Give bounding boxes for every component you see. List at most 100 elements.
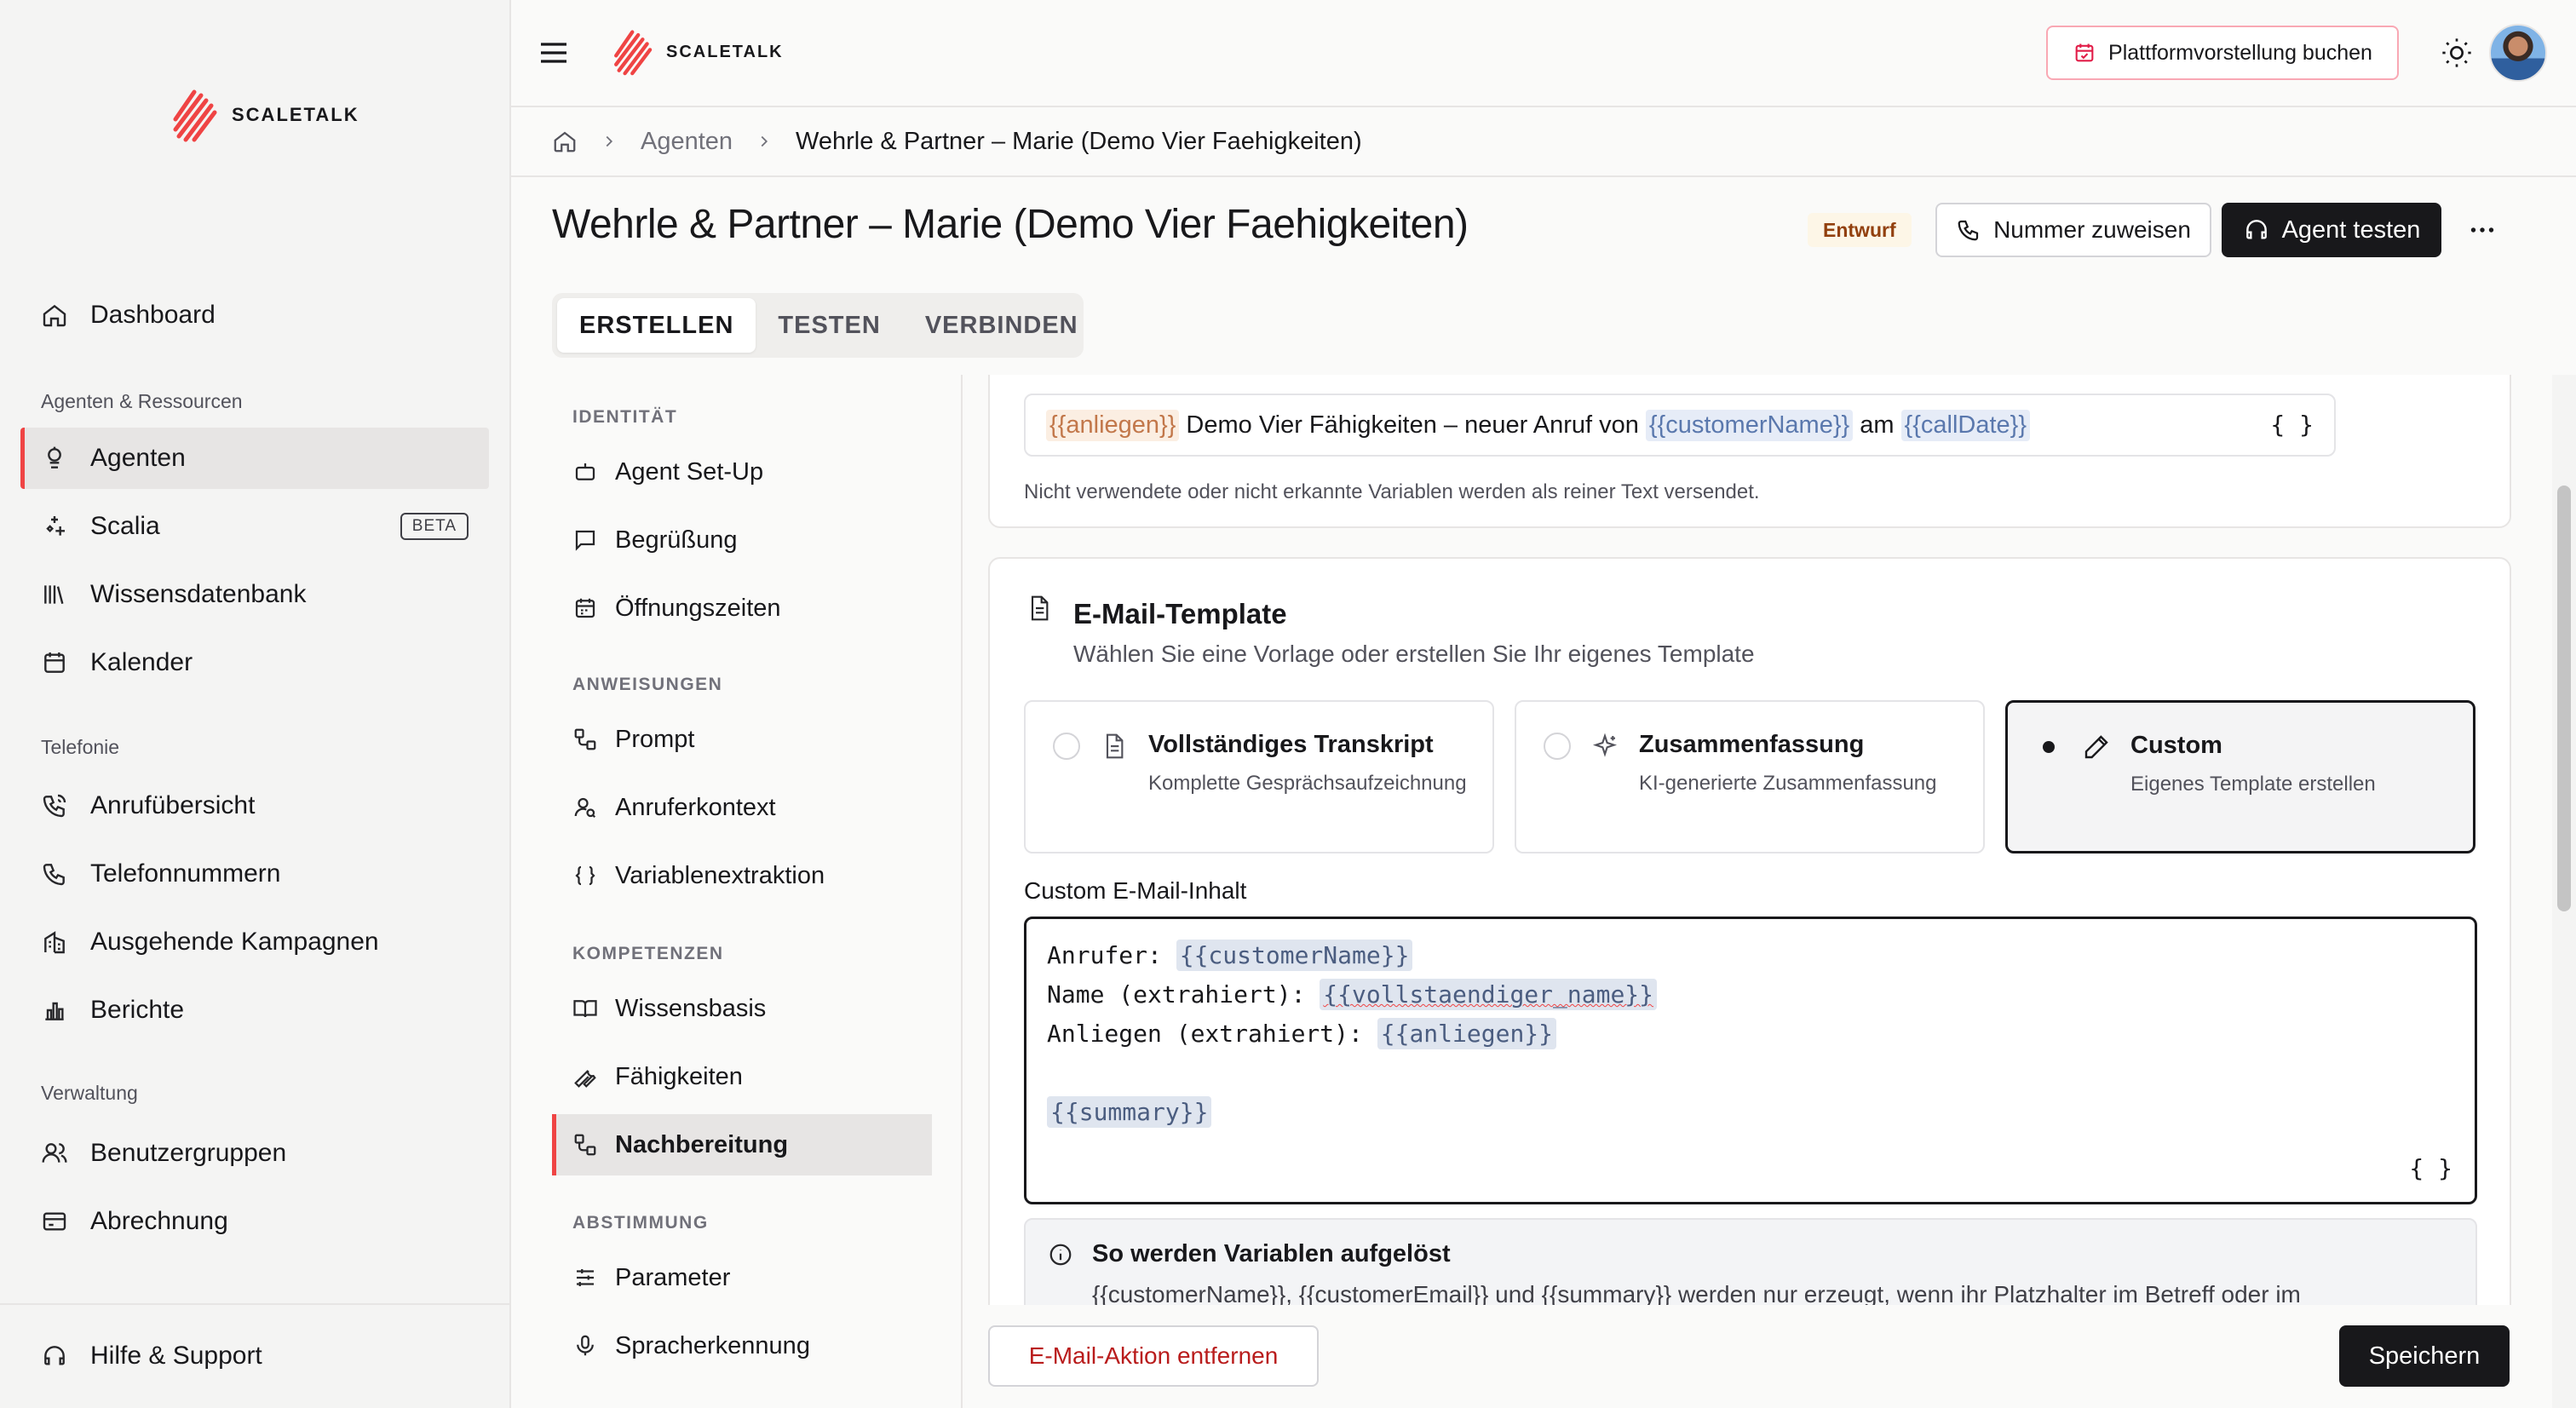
wrench-icon <box>574 1070 596 1088</box>
subject-text: am <box>1860 411 1895 439</box>
workflow-icon <box>574 728 596 750</box>
settings-item-prompt[interactable]: Prompt <box>552 709 932 770</box>
settings-item-agent-setup[interactable]: Agent Set-Up <box>552 441 932 503</box>
sidebar-item-dashboard[interactable]: Dashboard <box>20 284 489 346</box>
settings-section-identitaet: IDENTITÄT <box>572 407 678 427</box>
variable-chip: {{summary}} <box>1047 1096 1212 1128</box>
scrollbar-thumb[interactable] <box>2557 486 2571 911</box>
top-bar-logo[interactable]: SCALETALK <box>612 26 784 78</box>
sidebar-item-anrufuebersicht[interactable]: Anrufübersicht <box>20 775 489 836</box>
radio-button[interactable] <box>1544 733 1571 760</box>
template-option-transkript[interactable]: Vollständiges Transkript Komplette Gespr… <box>1024 700 1494 853</box>
sidebar-item-label: Scalia <box>90 512 160 540</box>
building-icon <box>44 931 65 954</box>
status-badge: Entwurf <box>1808 213 1912 247</box>
sidebar-item-benutzergruppen[interactable]: Benutzergruppen <box>20 1123 489 1184</box>
beta-badge: BETA <box>400 513 469 540</box>
settings-item-oeffnungszeiten[interactable]: Öffnungszeiten <box>552 578 932 639</box>
sidebar-logo[interactable]: SCALETALK <box>170 85 359 145</box>
book-demo-label: Plattformvorstellung buchen <box>2108 40 2372 65</box>
chevron-right-icon <box>606 135 613 147</box>
sidebar-item-ausgehende-kampagnen[interactable]: Ausgehende Kampagnen <box>20 911 489 973</box>
sidebar-item-label: Abrechnung <box>90 1207 228 1235</box>
custom-content-label: Custom E-Mail-Inhalt <box>1024 877 1247 904</box>
option-description: Eigenes Template erstellen <box>2130 773 2376 796</box>
settings-item-label: Nachbereitung <box>615 1130 789 1158</box>
user-avatar[interactable] <box>2489 24 2547 82</box>
settings-section-abstimmung: ABSTIMMUNG <box>572 1213 709 1233</box>
custom-email-editor[interactable]: Anrufer: {{customerName}} Name (extrahie… <box>1024 917 2477 1204</box>
sidebar-item-label: Wissensdatenbank <box>90 580 307 608</box>
headset-icon <box>2245 220 2267 239</box>
sidebar-section-telefonie: Telefonie <box>41 736 120 758</box>
remove-email-action-button[interactable]: E-Mail-Aktion entfernen <box>988 1325 1319 1387</box>
radio-button-selected[interactable] <box>2035 733 2062 761</box>
sparkles-icon <box>46 516 65 536</box>
menu-icon[interactable] <box>537 36 571 70</box>
credit-card-icon <box>43 1212 66 1231</box>
sidebar-section-agenten: Agenten & Ressourcen <box>41 390 243 412</box>
sidebar-item-abrechnung[interactable]: Abrechnung <box>20 1191 489 1252</box>
settings-item-label: Agent Set-Up <box>615 457 764 486</box>
settings-item-anruferkontext[interactable]: Anruferkontext <box>552 777 932 838</box>
sidebar-item-kalender[interactable]: Kalender <box>20 632 489 693</box>
test-agent-button[interactable]: Agent testen <box>2222 203 2441 257</box>
save-button[interactable]: Speichern <box>2339 1325 2510 1387</box>
sidebar-item-label: Ausgehende Kampagnen <box>90 928 379 956</box>
more-options-icon[interactable] <box>2467 215 2498 245</box>
settings-item-label: Anruferkontext <box>615 793 776 821</box>
editor-line: Name (extrahiert): {{vollstaendiger_name… <box>1047 975 2454 1014</box>
settings-item-variablenextraktion[interactable]: Variablenextraktion <box>552 845 932 906</box>
option-title: Zusammenfassung <box>1639 731 1865 758</box>
sidebar-item-label: Benutzergruppen <box>90 1139 287 1167</box>
radio-button[interactable] <box>1053 733 1080 760</box>
editor-line: Anrufer: {{customerName}} <box>1047 936 2454 975</box>
settings-item-label: Variablenextraktion <box>615 861 825 889</box>
sun-icon[interactable] <box>2440 36 2474 70</box>
subject-input[interactable]: {{anliegen}} Demo Vier Fähigkeiten – neu… <box>1024 394 2336 457</box>
insert-variable-icon[interactable]: { } <box>2409 1149 2452 1188</box>
sidebar-item-agenten[interactable]: Agenten <box>20 428 489 489</box>
book-open-icon <box>573 1000 597 1018</box>
sidebar-item-scalia[interactable]: Scalia BETA <box>20 496 489 557</box>
sliders-icon <box>577 1269 594 1286</box>
settings-item-nachbereitung[interactable]: Nachbereitung <box>552 1114 932 1175</box>
settings-item-faehigkeiten[interactable]: Fähigkeiten <box>552 1046 932 1107</box>
settings-item-wissensbasis[interactable]: Wissensbasis <box>552 978 932 1039</box>
editor-line: Anliegen (extrahiert): {{anliegen}} <box>1047 1014 2454 1054</box>
tab-testen[interactable]: TESTEN <box>756 298 902 353</box>
section-subtitle: Wählen Sie eine Vorlage oder erstellen S… <box>1073 641 1755 667</box>
calendar-icon <box>44 652 65 673</box>
variable-chip: {{anliegen}} <box>1046 409 1180 441</box>
scrollbar[interactable] <box>2552 375 2576 1408</box>
settings-item-parameter[interactable]: Parameter <box>552 1247 932 1308</box>
home-icon[interactable] <box>552 129 578 154</box>
sidebar-item-berichte[interactable]: Berichte <box>20 980 489 1041</box>
breadcrumb-agenten[interactable]: Agenten <box>641 128 733 156</box>
insert-variable-icon[interactable]: { } <box>2270 411 2314 439</box>
phone-icon <box>1958 220 1979 241</box>
headset-icon <box>44 1346 65 1365</box>
editor-text: Anrufer: <box>1047 941 1176 969</box>
assign-number-button[interactable]: Nummer zuweisen <box>1935 203 2211 257</box>
settings-item-label: Fähigkeiten <box>615 1062 743 1090</box>
sidebar-item-hilfe-support[interactable]: Hilfe & Support <box>20 1325 489 1387</box>
calendar-check-icon <box>2075 43 2094 62</box>
email-template-card: E-Mail-Template Wählen Sie eine Vorlage … <box>988 557 2511 1305</box>
sidebar-item-telefonnummern[interactable]: Telefonnummern <box>20 843 489 905</box>
settings-item-spracherkennung[interactable]: Spracherkennung <box>552 1315 932 1376</box>
info-text: {{customerName}}, {{customerEmail}} und … <box>1092 1281 2301 1305</box>
book-demo-button[interactable]: Plattformvorstellung buchen <box>2046 26 2399 80</box>
tab-verbinden[interactable]: VERBINDEN <box>903 298 1101 353</box>
sidebar-item-wissensdatenbank[interactable]: Wissensdatenbank <box>20 564 489 625</box>
info-title: So werden Variablen aufgelöst <box>1092 1240 1451 1267</box>
page-title: Wehrle & Partner – Marie (Demo Vier Faeh… <box>552 202 1469 247</box>
settings-section-kompetenzen: KOMPETENZEN <box>572 944 724 963</box>
users-icon <box>42 1143 67 1163</box>
template-option-zusammenfassung[interactable]: Zusammenfassung KI-generierte Zusammenfa… <box>1515 700 1985 853</box>
tab-bar: ERSTELLEN TESTEN VERBINDEN <box>552 293 1084 358</box>
variable-chip: {{callDate}} <box>1900 409 2031 441</box>
tab-erstellen[interactable]: ERSTELLEN <box>557 298 756 353</box>
settings-item-begruessung[interactable]: Begrüßung <box>552 509 932 571</box>
template-option-custom[interactable]: Custom Eigenes Template erstellen <box>2005 700 2475 853</box>
